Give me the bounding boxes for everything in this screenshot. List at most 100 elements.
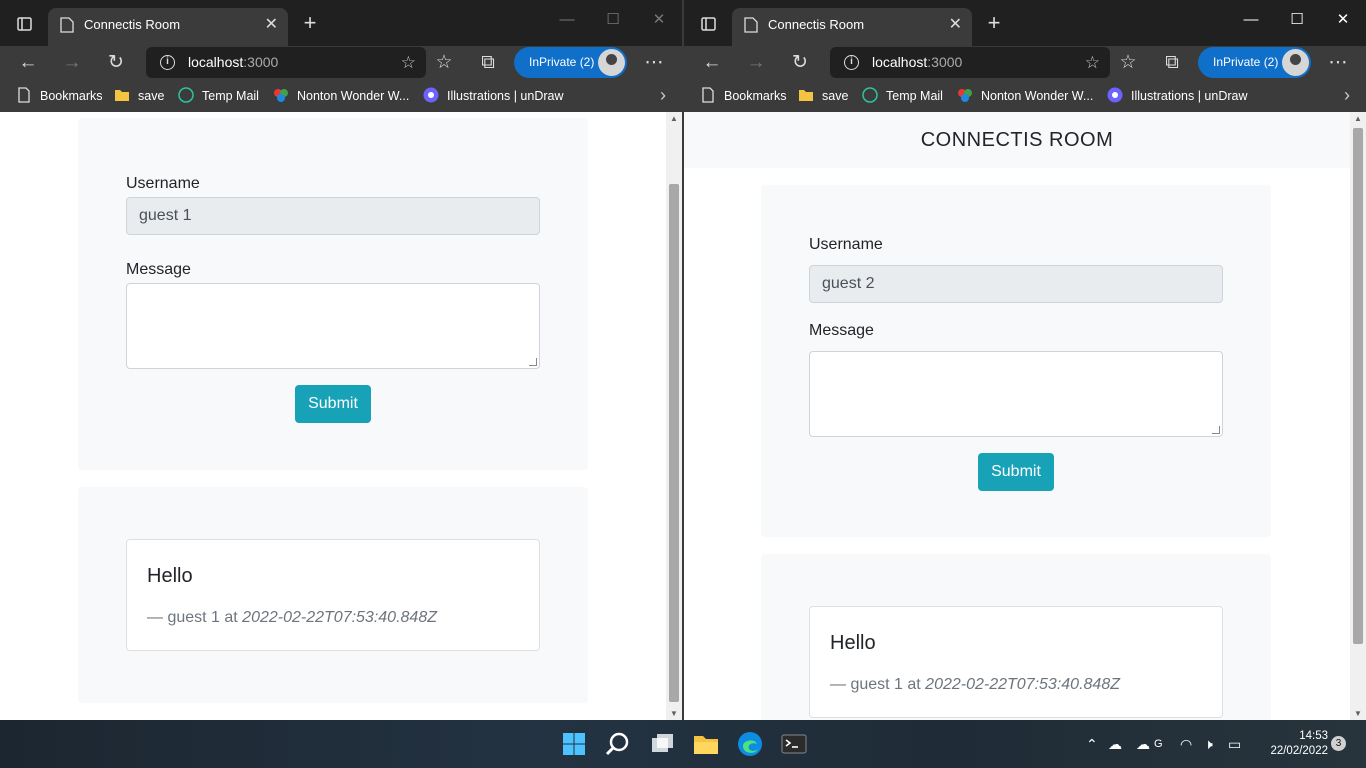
collections-icon[interactable]: ⧉ (474, 50, 502, 76)
bookmark-nonton[interactable]: Nonton Wonder W... (273, 87, 409, 105)
clock[interactable]: 14:53 22/02/2022 (1258, 729, 1328, 759)
nonton-icon (274, 89, 288, 102)
scroll-up-icon[interactable]: ▲ (666, 114, 682, 123)
scrollbar[interactable]: ▲ ▼ (666, 112, 682, 720)
battery-icon[interactable]: ▭ (1228, 720, 1241, 768)
username-label: Username (809, 236, 883, 253)
file-explorer-icon[interactable] (692, 730, 720, 758)
favorites-icon[interactable]: ☆ (430, 50, 458, 76)
minimize-button[interactable]: — (544, 0, 590, 40)
page-content: Username guest 1 Message Submit Hello — … (0, 112, 682, 720)
more-menu-icon[interactable]: ⋯ (640, 50, 668, 76)
message-text: Hello (147, 565, 193, 587)
close-tab-icon[interactable]: ✕ (265, 8, 278, 42)
tab-actions-icon[interactable] (12, 13, 36, 35)
scrollbar-thumb[interactable] (669, 184, 679, 702)
nonton-icon (958, 89, 972, 102)
message-label: Message (126, 261, 191, 278)
more-menu-icon[interactable]: ⋯ (1324, 50, 1352, 76)
scroll-up-icon[interactable]: ▲ (1350, 114, 1366, 123)
scrollbar-thumb[interactable] (1353, 128, 1363, 644)
refresh-icon[interactable]: ↻ (102, 50, 130, 76)
collections-icon[interactable]: ⧉ (1158, 50, 1186, 76)
back-arrow-icon[interactable]: ← (14, 50, 42, 76)
browser-window-right: Connectis Room ✕ + — ☐ ✕ ← → ↻ i localho… (684, 0, 1366, 720)
close-tab-icon[interactable]: ✕ (949, 8, 962, 42)
chevron-right-icon[interactable]: › (660, 85, 666, 106)
bookmark-nonton[interactable]: Nonton Wonder W... (957, 87, 1093, 105)
bookmark-bookmarks[interactable]: Bookmarks (700, 87, 787, 105)
bookmark-temp-mail[interactable]: Temp Mail (178, 87, 259, 105)
message-item: Hello — guest 1 at 2022-02-22T07:53:40.8… (126, 539, 540, 651)
favorites-icon[interactable]: ☆ (1114, 50, 1142, 76)
minimize-button[interactable]: — (1228, 0, 1274, 40)
wifi-icon[interactable]: ◠ (1180, 720, 1192, 768)
bookmark-undraw[interactable]: Illustrations | unDraw (423, 87, 564, 105)
terminal-icon[interactable] (780, 730, 808, 758)
task-view-icon[interactable] (648, 730, 676, 758)
new-tab-button[interactable]: + (980, 10, 1008, 36)
address-bar[interactable]: i localhost:3000 ☆ (830, 47, 1110, 78)
temp-mail-icon (862, 87, 878, 103)
bookmark-bookmarks[interactable]: Bookmarks (16, 87, 103, 105)
forward-arrow-icon[interactable]: → (58, 50, 86, 76)
site-info-icon[interactable]: i (844, 55, 859, 70)
undraw-icon (423, 87, 439, 103)
bookmarks-bar: Bookmarks save Temp Mail Nonton Wonder W… (0, 80, 682, 112)
input-indicator[interactable]: G (1154, 720, 1163, 768)
tab-connectis-room[interactable]: Connectis Room ✕ (732, 8, 972, 46)
edge-icon[interactable] (736, 730, 764, 758)
new-tab-button[interactable]: + (296, 10, 324, 36)
temp-mail-icon (178, 87, 194, 103)
submit-button[interactable]: Submit (978, 453, 1054, 491)
username-field[interactable]: guest 1 (126, 197, 540, 235)
page-icon (60, 17, 74, 33)
scrollbar[interactable]: ▲ ▼ (1350, 112, 1366, 720)
inprivate-label: InPrivate (2) (529, 55, 595, 69)
maximize-button[interactable]: ☐ (1274, 0, 1320, 40)
toolbar: ← → ↻ i localhost:3000 ☆ ☆ ⧉ InPrivate (… (0, 46, 682, 80)
bookmark-save[interactable]: save (114, 87, 164, 105)
site-info-icon[interactable]: i (160, 55, 175, 70)
cloud-icon[interactable]: ☁ (1136, 720, 1150, 768)
message-item: Hello — guest 1 at 2022-02-22T07:53:40.8… (809, 606, 1223, 718)
close-window-button[interactable]: ✕ (1320, 0, 1366, 40)
bookmark-save[interactable]: save (798, 87, 848, 105)
scroll-down-icon[interactable]: ▼ (666, 709, 682, 718)
search-icon[interactable] (604, 730, 632, 758)
address-bar[interactable]: i localhost:3000 ☆ (146, 47, 426, 78)
inprivate-button[interactable]: InPrivate (2) (1198, 47, 1311, 78)
bookmark-undraw[interactable]: Illustrations | unDraw (1107, 87, 1248, 105)
show-hidden-icons-icon[interactable]: ⌃ (1086, 720, 1098, 768)
refresh-icon[interactable]: ↻ (786, 50, 814, 76)
clock-date: 22/02/2022 (1270, 745, 1328, 757)
chevron-right-icon[interactable]: › (1344, 85, 1350, 106)
inprivate-button[interactable]: InPrivate (2) (514, 47, 627, 78)
tab-connectis-room[interactable]: Connectis Room ✕ (48, 8, 288, 46)
maximize-button[interactable]: ☐ (590, 0, 636, 40)
undraw-icon (1107, 87, 1123, 103)
tab-actions-icon[interactable] (696, 13, 720, 35)
back-arrow-icon[interactable]: ← (698, 50, 726, 76)
forward-arrow-icon[interactable]: → (742, 50, 770, 76)
username-label: Username (126, 175, 200, 192)
tab-title: Connectis Room (768, 17, 865, 32)
close-window-button[interactable]: ✕ (636, 0, 682, 40)
folder-icon (799, 90, 813, 101)
windows-start-icon[interactable] (560, 730, 588, 758)
page-icon (702, 87, 714, 103)
username-field[interactable]: guest 2 (809, 265, 1223, 303)
taskbar: ⌃ ☁ ☁ G ◠ 🕨 ▭ 14:53 22/02/2022 3 (0, 720, 1366, 768)
message-textarea[interactable] (809, 351, 1223, 437)
add-favorite-icon[interactable]: ☆ (1085, 47, 1100, 78)
bookmark-temp-mail[interactable]: Temp Mail (862, 87, 943, 105)
notification-badge[interactable]: 3 (1331, 736, 1346, 751)
submit-button[interactable]: Submit (295, 385, 371, 423)
scroll-down-icon[interactable]: ▼ (1350, 709, 1366, 718)
message-textarea[interactable] (126, 283, 540, 369)
add-favorite-icon[interactable]: ☆ (401, 47, 416, 78)
message-timestamp: 2022-02-22T07:53:40.848Z (242, 609, 437, 626)
volume-mute-icon[interactable]: 🕨 (1204, 720, 1213, 768)
onedrive-icon[interactable]: ☁ (1108, 720, 1122, 768)
url-port: :3000 (243, 54, 279, 70)
